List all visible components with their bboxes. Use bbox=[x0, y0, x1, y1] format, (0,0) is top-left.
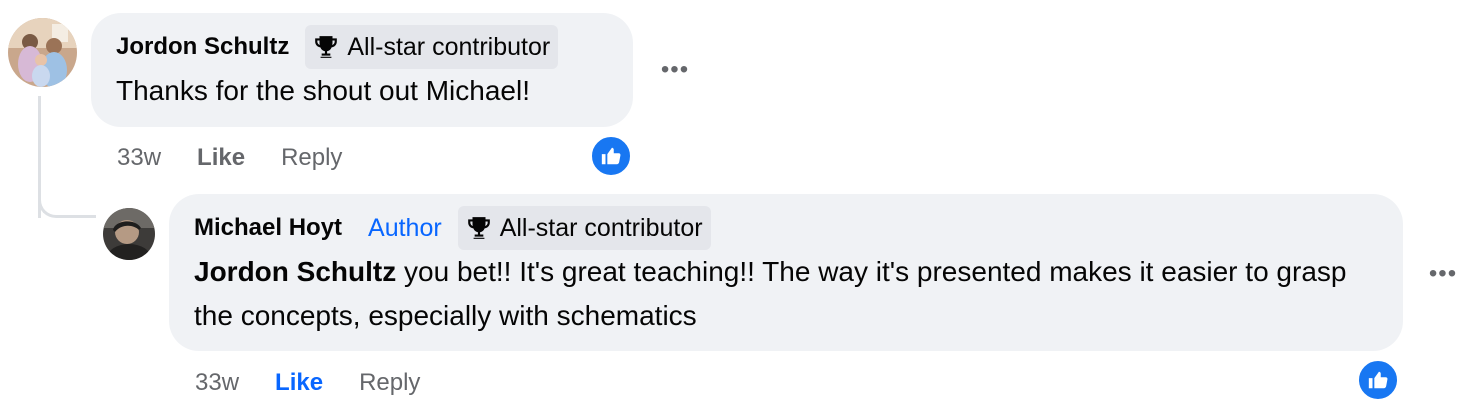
avatar[interactable] bbox=[103, 208, 155, 260]
timestamp-link[interactable]: 33w bbox=[195, 369, 239, 397]
trophy-icon bbox=[315, 36, 338, 58]
badge-label: All-star contributor bbox=[347, 32, 551, 61]
trophy-icon bbox=[467, 217, 490, 239]
badge-label: All-star contributor bbox=[499, 213, 703, 242]
comment-header: Michael Hoyt Author All-star contributor bbox=[194, 206, 711, 250]
comment-text: Jordon Schultz you bet!! It's great teac… bbox=[194, 250, 1389, 338]
contributor-badge[interactable]: All-star contributor bbox=[457, 206, 711, 250]
comment-bubble: Jordon Schultz All-star contributor Than… bbox=[91, 13, 633, 127]
more-options-icon[interactable]: ••• bbox=[655, 50, 695, 90]
author-tag: Author bbox=[368, 213, 442, 242]
reaction-summary[interactable] bbox=[590, 135, 632, 177]
comment-thread: Jordon Schultz All-star contributor Than… bbox=[0, 0, 1472, 412]
mention-link[interactable]: Jordon Schultz bbox=[194, 256, 396, 287]
comment-header: Jordon Schultz All-star contributor bbox=[116, 25, 559, 69]
comment-bubble: Michael Hoyt Author All-star contributor… bbox=[169, 194, 1403, 351]
thread-connector-branch bbox=[57, 215, 96, 218]
like-button[interactable]: Like bbox=[275, 369, 323, 397]
comment-actions: 33w Like Reply bbox=[195, 368, 420, 398]
comment-text: Thanks for the shout out Michael! bbox=[116, 75, 530, 106]
author-name[interactable]: Michael Hoyt bbox=[194, 214, 342, 242]
reply-button[interactable]: Reply bbox=[281, 144, 342, 172]
like-thumb-icon bbox=[1368, 371, 1388, 389]
avatar-photo bbox=[8, 18, 77, 87]
author-name[interactable]: Jordon Schultz bbox=[116, 33, 289, 61]
contributor-badge[interactable]: All-star contributor bbox=[305, 25, 559, 69]
like-button[interactable]: Like bbox=[197, 144, 245, 172]
like-thumb-icon bbox=[601, 147, 621, 165]
more-options-icon[interactable]: ••• bbox=[1423, 254, 1463, 294]
avatar[interactable] bbox=[8, 18, 77, 87]
comment-actions: 33w Like Reply bbox=[117, 143, 342, 173]
reply-button[interactable]: Reply bbox=[359, 369, 420, 397]
avatar-photo bbox=[103, 208, 155, 260]
timestamp-link[interactable]: 33w bbox=[117, 144, 161, 172]
reaction-summary[interactable] bbox=[1357, 359, 1399, 401]
